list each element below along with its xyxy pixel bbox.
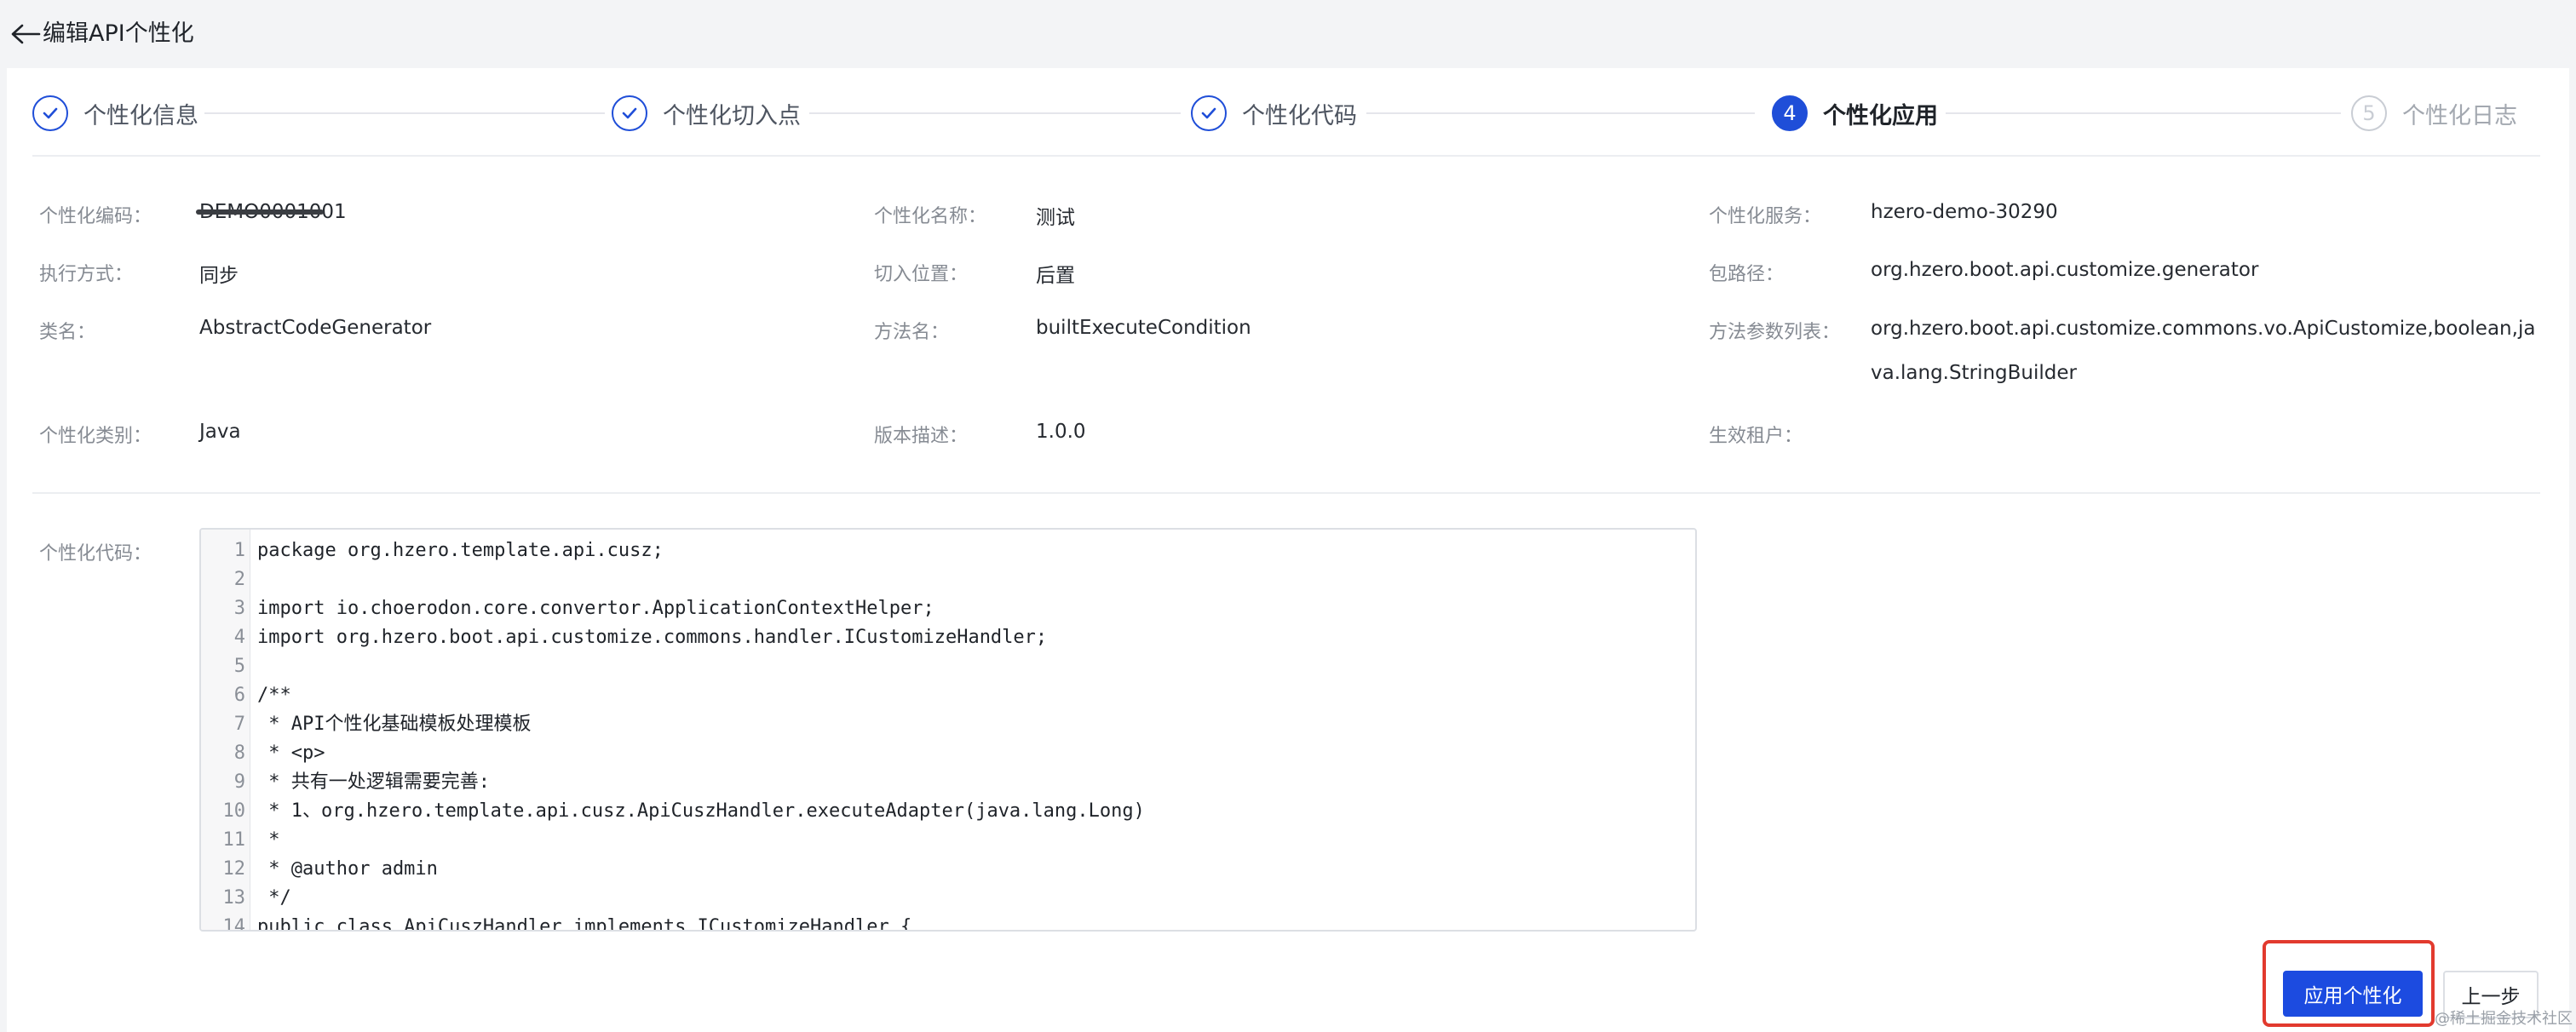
method-value: builtExecuteCondition (1036, 317, 1251, 339)
class-label: 类名： (39, 322, 96, 343)
type-label: 个性化类别： (39, 426, 152, 447)
code-line: 9 * 共有一处逻辑需要完善: (233, 771, 490, 793)
code-line: 14 public class ApiCuszHandler implements… (222, 916, 912, 932)
check-icon (32, 95, 68, 131)
apply-customize-button[interactable]: 应用个性化 (2283, 971, 2423, 1017)
method-label: 方法名： (874, 322, 950, 343)
step-label: 个性化应用 (1823, 102, 1938, 129)
package-value: org.hzero.boot.api.customize.generator (1871, 259, 2259, 281)
code-line: 12 * @author admin (222, 858, 438, 880)
step-connector (204, 112, 605, 114)
code-line: 1 package org.hzero.template.api.cusz; (233, 540, 664, 561)
package-label: 包路径： (1709, 264, 1785, 285)
code-line: 10 * 1、org.hzero.template.api.cusz.ApiCu… (222, 800, 1145, 822)
step-connector (809, 112, 1181, 114)
step-number: 5 (2351, 95, 2387, 131)
position-label: 切入位置： (874, 264, 969, 285)
code-line: 8 * <p> (233, 742, 325, 764)
step-label: 个性化日志 (2402, 102, 2517, 129)
step-log: 5 个性化日志 (2351, 92, 2517, 135)
step-entry-point: 个性化切入点 (612, 92, 801, 135)
type-value: Java (199, 421, 241, 443)
page-title: 编辑API个性化 (43, 20, 194, 47)
service-label: 个性化服务： (1709, 206, 1822, 227)
step-label: 个性化信息 (83, 102, 198, 129)
name-value: 测试 (1036, 207, 1075, 229)
code-label: 个性化编码： (39, 206, 152, 227)
version-label: 版本描述： (874, 426, 969, 447)
class-value: AbstractCodeGenerator (199, 317, 432, 339)
step-label: 个性化切入点 (663, 102, 801, 129)
code-line: 6/** (233, 685, 291, 706)
exec-label: 执行方式： (39, 264, 134, 285)
params-value: org.hzero.boot.api.customize.commons.vo.… (1871, 318, 2536, 384)
step-code: 个性化代码 (1191, 92, 1357, 135)
params-label: 方法参数列表： (1709, 322, 1841, 343)
service-value: hzero-demo-30290 (1871, 201, 2058, 223)
code-line: 13 */ (222, 887, 291, 909)
code-editor[interactable]: 1 package org.hzero.template.api.cusz; 2 … (199, 528, 1697, 932)
redaction-mark (196, 209, 324, 215)
divider (32, 155, 2540, 157)
code-section-label: 个性化代码： (39, 543, 152, 565)
step-label: 个性化代码 (1242, 102, 1357, 129)
check-icon (612, 95, 647, 131)
code-line: 3 import io.choerodon.core.convertor.Appl… (233, 598, 934, 619)
back-button[interactable] (7, 19, 44, 49)
code-line: 5 (233, 656, 245, 677)
code-line: 11 * (222, 829, 280, 851)
position-value: 后置 (1036, 265, 1075, 287)
step-info: 个性化信息 (32, 92, 198, 135)
step-number: 4 (1772, 95, 1808, 131)
divider (32, 492, 2540, 494)
code-line: 4 import org.hzero.boot.api.customize.com… (233, 627, 1048, 648)
code-line: 7 * API个性化基础模板处理模板 (233, 714, 532, 735)
check-icon (1191, 95, 1227, 131)
exec-value: 同步 (199, 265, 239, 287)
step-connector (1366, 112, 1755, 114)
watermark: @稀土掘金技术社区 (2435, 1010, 2573, 1028)
name-label: 个性化名称： (874, 206, 987, 227)
code-line: 2 (233, 569, 245, 590)
step-connector (1946, 112, 2341, 114)
arrow-left-icon (11, 24, 41, 44)
page-header: 编辑API个性化 (0, 0, 2576, 68)
version-value: 1.0.0 (1036, 421, 1086, 443)
step-apply: 4 个性化应用 (1772, 92, 1938, 135)
tenant-label: 生效租户： (1709, 426, 1803, 447)
